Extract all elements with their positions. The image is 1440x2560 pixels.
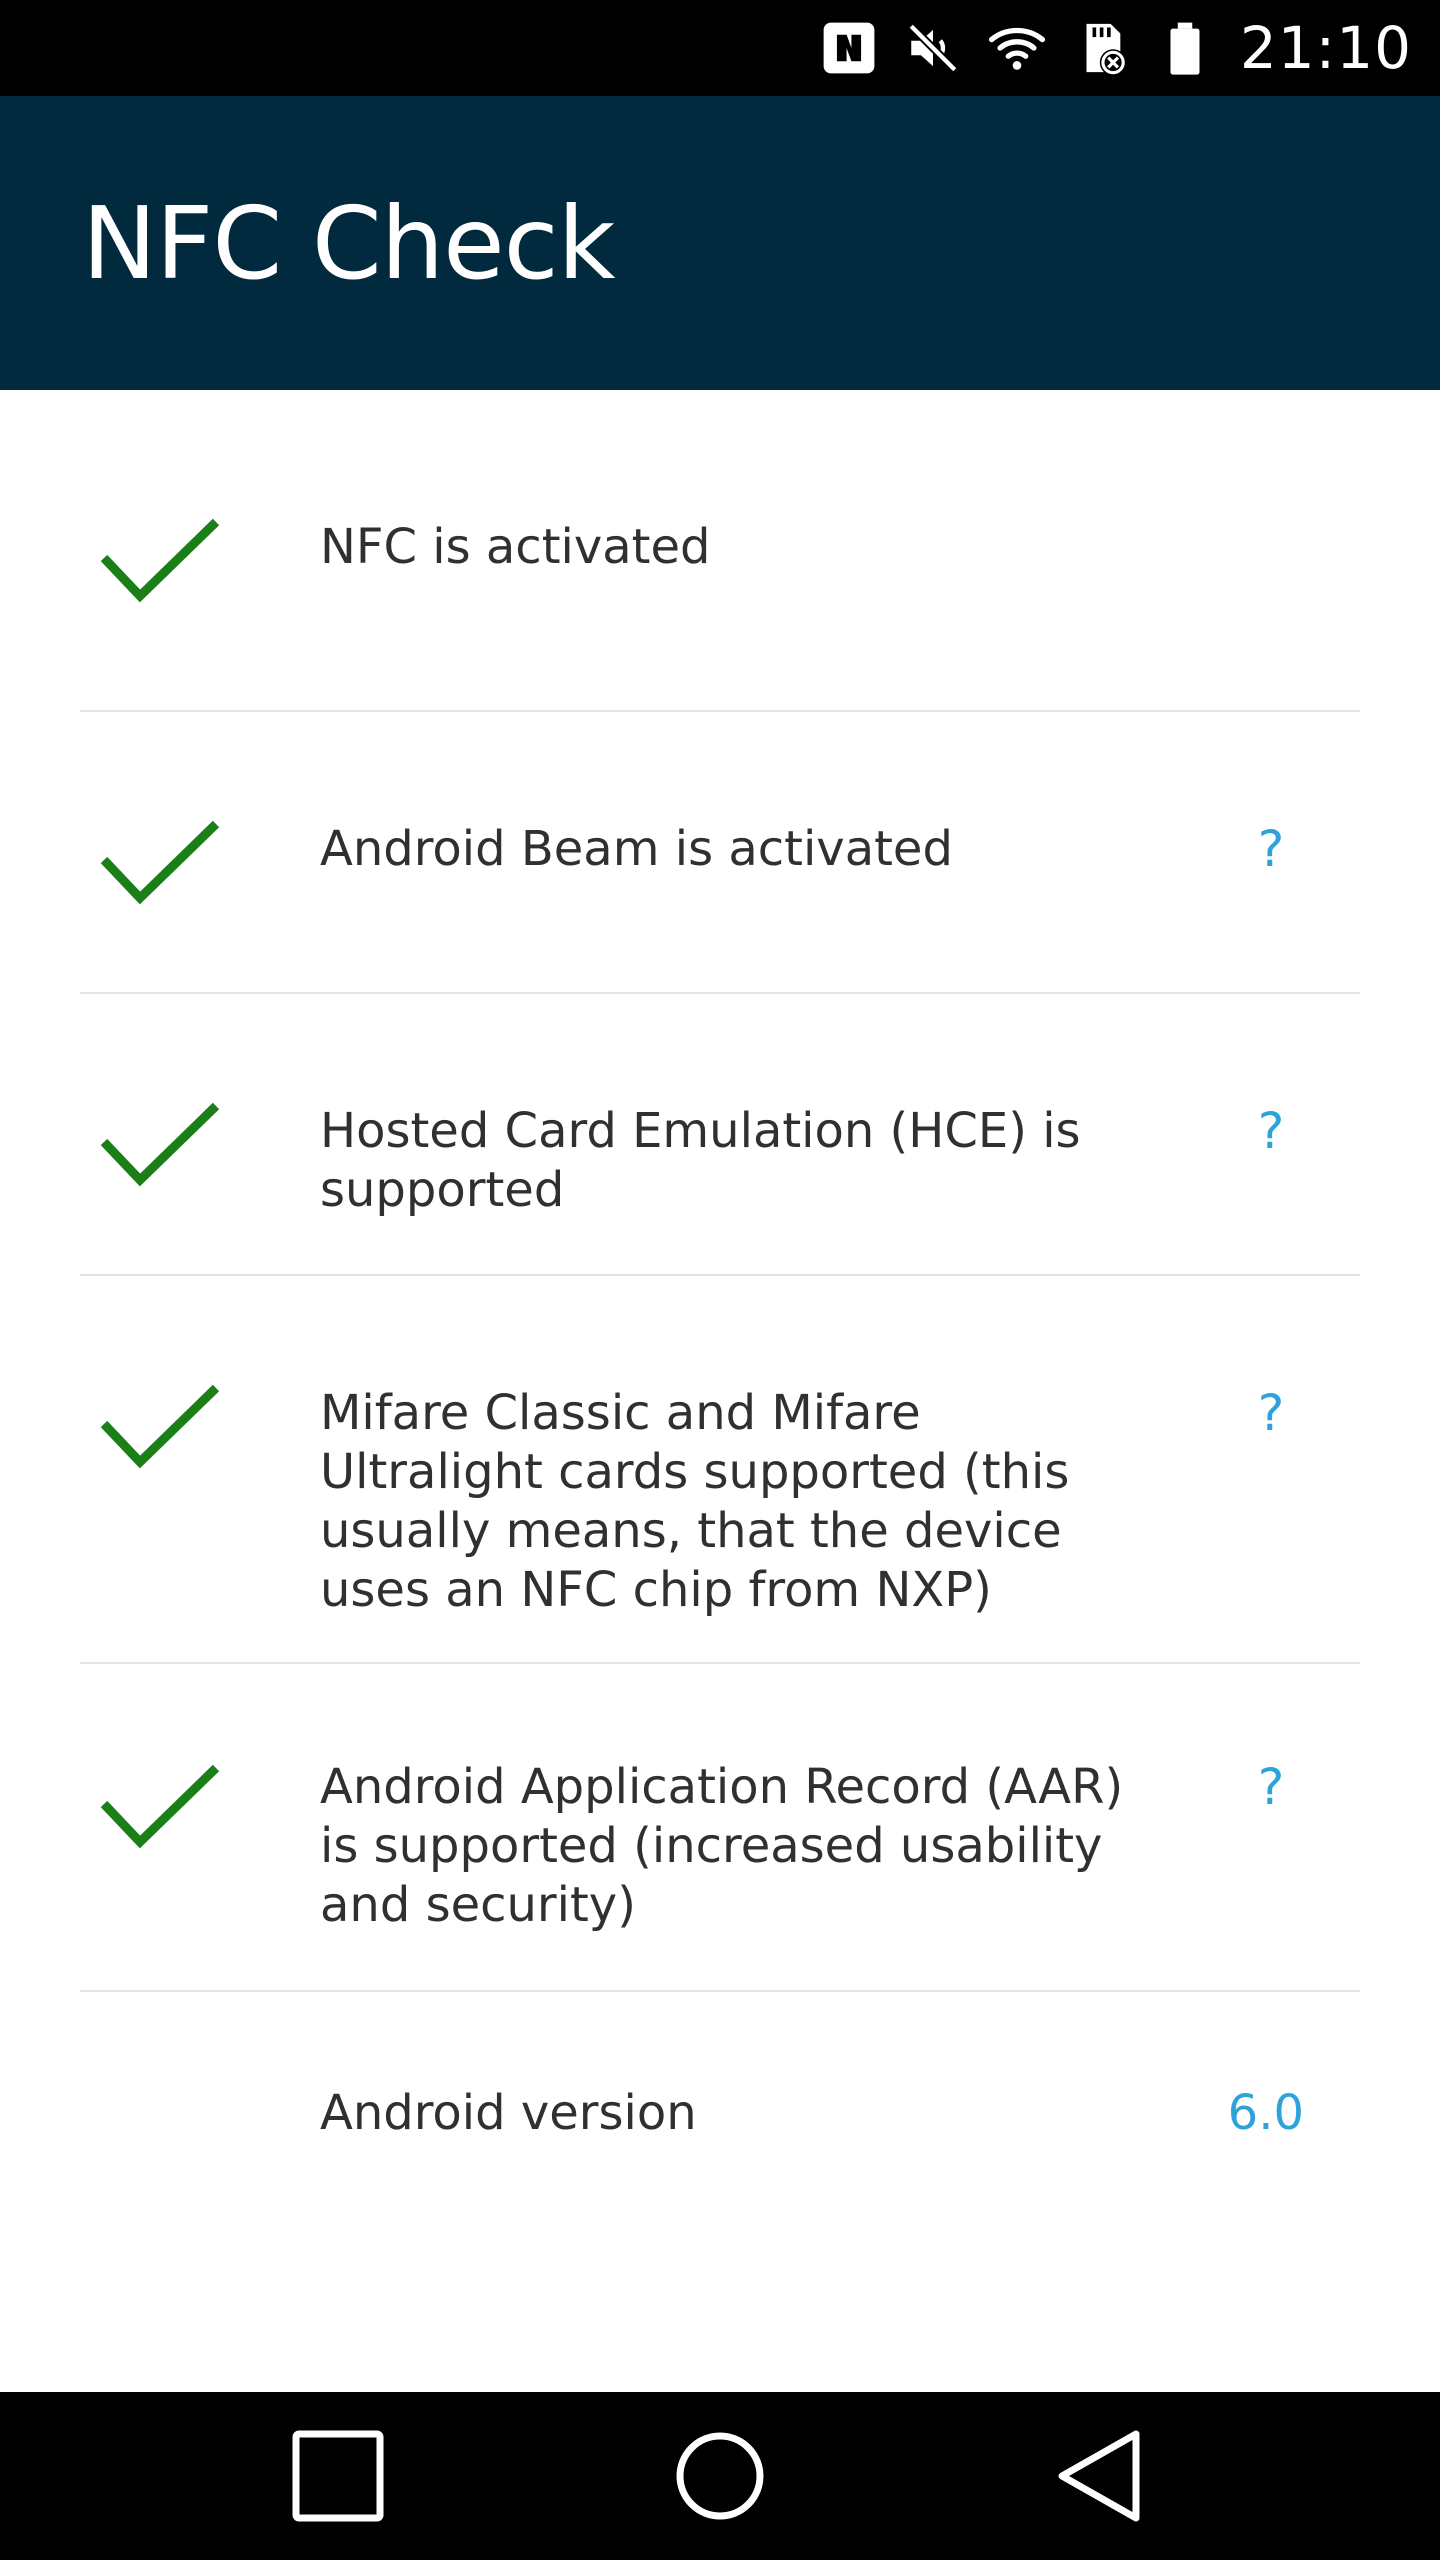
check-icon — [100, 1102, 220, 1187]
app-bar: NFC Check — [0, 96, 1440, 390]
status-bar: 21:10 — [0, 0, 1440, 96]
app-title: NFC Check — [82, 184, 616, 302]
check-icon — [100, 1764, 220, 1849]
list-item-android-beam: Android Beam is activated ? — [80, 712, 1360, 994]
android-version-value: 6.0 — [1227, 2085, 1304, 2141]
list-item-android-version: Android version 6.0 — [80, 1992, 1360, 2222]
nav-bar — [0, 2392, 1440, 2560]
list-item-label: Hosted Card Emulation (HCE) is supported — [320, 1103, 1081, 1218]
help-button-mifare[interactable]: ? — [1251, 1384, 1291, 1443]
status-icons: 21:10 — [820, 0, 1412, 96]
list-item-mifare: Mifare Classic and Mifare Ultralight car… — [80, 1276, 1360, 1664]
battery-icon — [1170, 22, 1200, 75]
recents-icon[interactable] — [286, 2424, 390, 2528]
list-item-nfc: NFC is activated — [80, 390, 1360, 712]
check-icon — [100, 1384, 220, 1469]
check-list: NFC is activated Android Beam is activat… — [80, 390, 1360, 2222]
help-button-android-beam[interactable]: ? — [1251, 820, 1291, 879]
sd-card-icon — [1086, 23, 1127, 76]
check-icon — [100, 820, 220, 905]
status-time: 21:10 — [1239, 14, 1412, 82]
check-icon — [100, 518, 220, 603]
back-icon[interactable] — [1050, 2424, 1154, 2528]
nfc-icon — [823, 22, 875, 74]
list-item-label: NFC is activated — [320, 519, 711, 575]
list-item-hce: Hosted Card Emulation (HCE) is supported… — [80, 994, 1360, 1276]
home-icon[interactable] — [668, 2424, 772, 2528]
list-item-label: Mifare Classic and Mifare Ultralight car… — [320, 1385, 1070, 1618]
wifi-icon — [988, 27, 1045, 70]
help-button-hce[interactable]: ? — [1251, 1102, 1291, 1161]
muted-icon — [908, 23, 958, 73]
list-item-label: Android Beam is activated — [320, 821, 953, 877]
list-item-aar: Android Application Record (AAR) is supp… — [80, 1664, 1360, 1992]
help-button-aar[interactable]: ? — [1251, 1758, 1291, 1817]
android-version-label: Android version — [320, 2085, 697, 2141]
list-item-label: Android Application Record (AAR) is supp… — [320, 1759, 1124, 1933]
